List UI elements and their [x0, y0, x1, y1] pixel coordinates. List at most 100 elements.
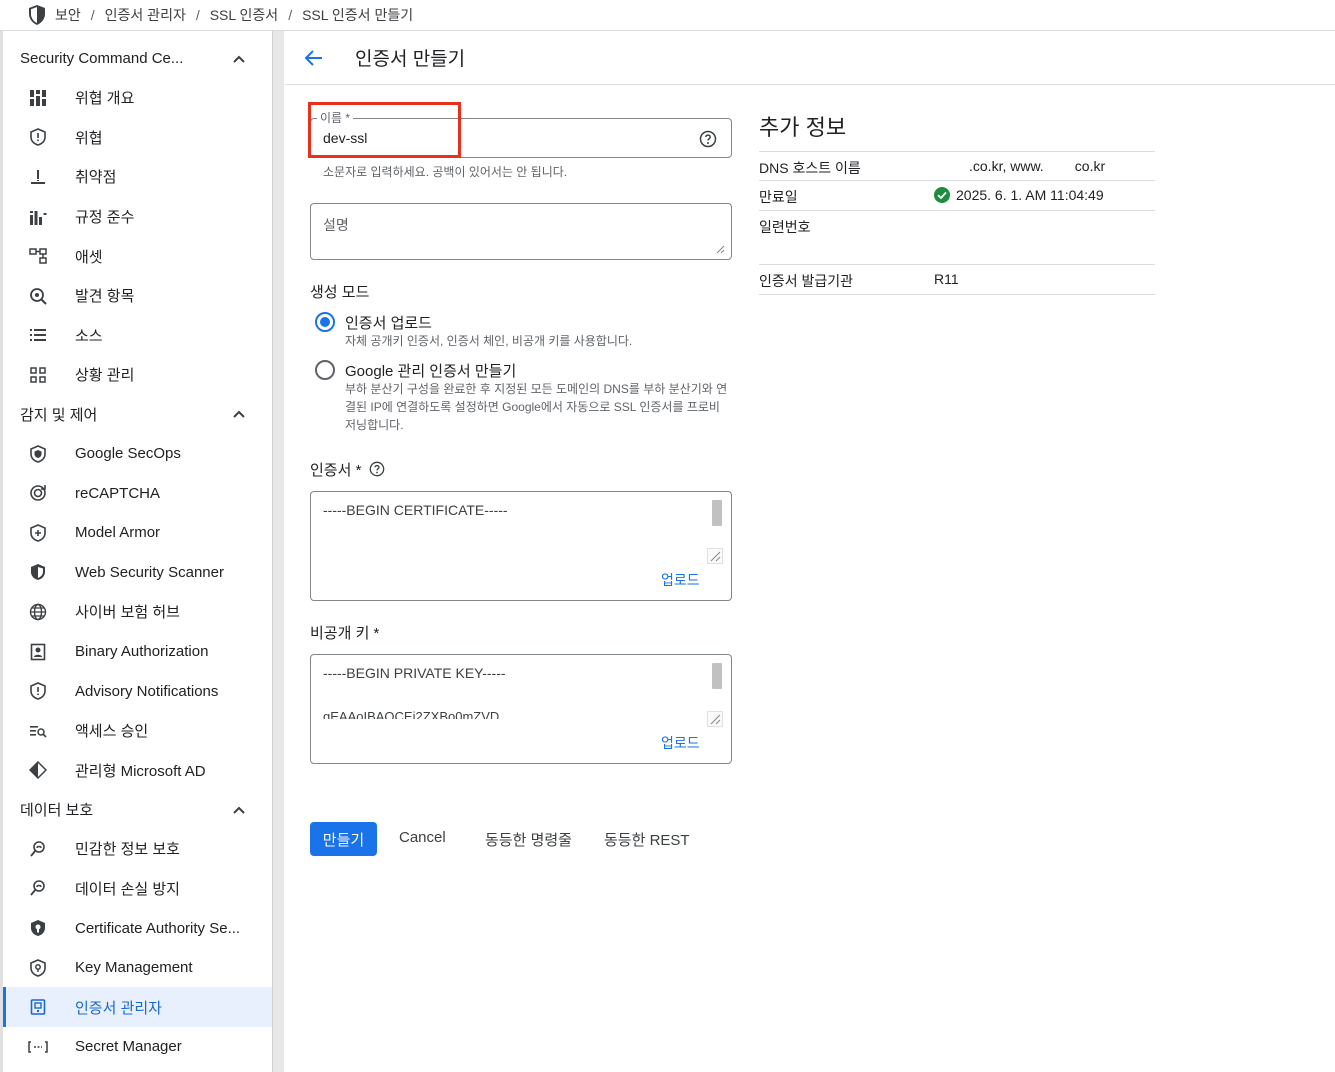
sidebar-item-cyber-insurance[interactable]: 사이버 보험 허브	[3, 592, 272, 632]
sidebar-section-scc[interactable]: Security Command Ce...	[3, 39, 272, 78]
sidebar-section-title: 데이터 보호	[20, 802, 94, 820]
key-management-icon	[28, 958, 48, 978]
sidebar-item-label: 데이터 손실 방지	[75, 880, 180, 898]
web-scanner-icon	[28, 562, 48, 582]
certificate-scrollbar[interactable]	[712, 500, 722, 526]
sidebar-scrollbar[interactable]	[272, 31, 284, 1072]
breadcrumb-security[interactable]: 보안	[55, 5, 81, 25]
sidebar-section-detection[interactable]: 감지 및 제어	[3, 395, 272, 434]
name-hint: 소문자로 입력하세요. 공백이 있어서는 안 됩니다.	[323, 165, 568, 179]
private-key-upload-link[interactable]: 업로드	[661, 733, 700, 753]
private-key-value[interactable]: -----BEGIN PRIVATE KEY-----	[323, 665, 506, 681]
mode-label: 생성 모드	[310, 284, 370, 301]
sidebar-item-posture[interactable]: 상황 관리	[3, 355, 272, 395]
info-row-expiry: 만료일 2025. 6. 1. AM 11:04:49	[759, 181, 1155, 211]
sidebar-item-certificate-manager[interactable]: 인증서 관리자	[3, 987, 272, 1028]
sidebar-item-label: Binary Authorization	[75, 643, 209, 661]
info-key: 만료일	[759, 189, 798, 205]
sidebar-item-threats[interactable]: 위협	[3, 118, 272, 158]
sidebar-item-findings[interactable]: 발견 항목	[3, 276, 272, 316]
resize-handle-icon[interactable]	[707, 711, 723, 727]
sidebar-section-data-protection[interactable]: 데이터 보호	[3, 790, 272, 829]
sidebar-item-recaptcha[interactable]: reCAPTCHA	[3, 473, 272, 513]
sidebar-item-label: 애셋	[75, 248, 103, 266]
certificate-textarea[interactable]: -----BEGIN CERTIFICATE----- 업로드	[310, 491, 732, 601]
cancel-button[interactable]: Cancel	[399, 829, 446, 846]
info-key: 인증서 발급기관	[759, 273, 854, 289]
sidebar-item-label: 규정 준수	[75, 209, 135, 227]
sidebar-item-threat-overview[interactable]: 위협 개요	[3, 78, 272, 118]
assets-icon	[28, 246, 48, 266]
help-icon[interactable]	[699, 130, 717, 148]
radio-google-managed[interactable]	[315, 360, 335, 380]
sources-list-icon	[28, 325, 48, 345]
sidebar-item-vulnerabilities[interactable]: 취약점	[3, 157, 272, 197]
sidebar-item-sources[interactable]: 소스	[3, 316, 272, 356]
sidebar-item-compliance[interactable]: 규정 준수	[3, 197, 272, 237]
resize-handle-icon[interactable]	[707, 548, 723, 564]
sidebar-item-google-secops[interactable]: Google SecOps	[3, 434, 272, 474]
vulnerability-icon	[28, 167, 48, 187]
info-panel-title: 추가 정보	[759, 115, 847, 140]
advisory-icon	[28, 681, 48, 701]
radio-upload-title[interactable]: 인증서 업로드	[345, 312, 432, 333]
page-header: 인증서 만들기	[285, 31, 1335, 85]
chevron-up-icon	[233, 55, 245, 63]
sidebar-item-access-approval[interactable]: 액세스 승인	[3, 711, 272, 751]
page-title: 인증서 만들기	[355, 49, 466, 70]
breadcrumb-separator: /	[288, 7, 293, 23]
radio-google-title[interactable]: Google 관리 인증서 만들기	[345, 360, 516, 381]
description-field[interactable]: 설명	[310, 203, 732, 260]
private-key-scrollbar[interactable]	[712, 663, 722, 689]
sidebar-item-label: Advisory Notifications	[75, 682, 219, 700]
info-value: .co.kr, www. co.kr	[969, 158, 1106, 174]
breadcrumb-separator: /	[90, 7, 95, 23]
sidebar-item-sensitive-data[interactable]: 민감한 정보 보호	[3, 829, 272, 869]
certificate-authority-icon	[28, 918, 48, 938]
sidebar-item-binary-authorization[interactable]: Binary Authorization	[3, 632, 272, 672]
sidebar-item-label: Web Security Scanner	[75, 563, 224, 581]
back-arrow-icon[interactable]	[303, 47, 325, 69]
info-key: 일련번호	[759, 219, 811, 235]
sidebar-item-label: Google SecOps	[75, 445, 181, 463]
sidebar-item-label: 민감한 정보 보호	[75, 841, 180, 859]
dashboard-icon	[28, 88, 48, 108]
sidebar-item-label: 위협	[75, 129, 103, 147]
sidebar-item-label: 소스	[75, 327, 103, 345]
sidebar-section-title: Security Command Ce...	[20, 50, 184, 67]
breadcrumb-separator: /	[195, 7, 200, 23]
sidebar-item-dlp[interactable]: 데이터 손실 방지	[3, 869, 272, 909]
sidebar-item-label: 상황 관리	[75, 367, 135, 385]
highlight-box	[308, 102, 461, 158]
info-value-wrap: 2025. 6. 1. AM 11:04:49	[934, 187, 1104, 203]
breadcrumb-current: SSL 인증서 만들기	[302, 7, 414, 23]
certificate-value[interactable]: -----BEGIN CERTIFICATE-----	[323, 502, 508, 518]
breadcrumb: 보안 / 인증서 관리자 / SSL 인증서 / SSL 인증서 만들기	[0, 0, 1335, 31]
sidebar-item-label: 관리형 Microsoft AD	[75, 762, 206, 780]
sidebar-section-title: 감지 및 제어	[20, 406, 98, 424]
shield-alert-icon	[28, 127, 48, 147]
info-key: DNS 호스트 이름	[759, 160, 861, 176]
resize-handle-icon[interactable]	[716, 245, 725, 254]
certificate-upload-link[interactable]: 업로드	[661, 570, 700, 590]
help-icon[interactable]	[369, 461, 385, 477]
create-button[interactable]: 만들기	[310, 822, 377, 856]
sidebar-item-advisory-notifications[interactable]: Advisory Notifications	[3, 671, 272, 711]
sidebar-item-secret-manager[interactable]: Secret Manager	[3, 1027, 272, 1067]
sidebar-item-assets[interactable]: 애셋	[3, 236, 272, 276]
radio-upload[interactable]	[315, 312, 335, 332]
sidebar-item-certificate-authority[interactable]: Certificate Authority Se...	[3, 908, 272, 948]
equivalent-rest-button[interactable]: 동등한 REST	[604, 829, 690, 850]
sidebar-item-label: Key Management	[75, 959, 193, 977]
equivalent-command-line-button[interactable]: 동등한 명령줄	[485, 829, 572, 850]
private-key-textarea[interactable]: -----BEGIN PRIVATE KEY----- gEAAoIBAQCEi…	[310, 654, 732, 764]
secret-manager-icon	[28, 1037, 48, 1057]
breadcrumb-cert-manager[interactable]: 인증서 관리자	[105, 5, 186, 25]
sidebar-item-key-management[interactable]: Key Management	[3, 948, 272, 988]
sidebar-item-managed-ad[interactable]: 관리형 Microsoft AD	[3, 751, 272, 791]
private-key-overflow-clip: gEAAoIBAQCEi2ZXBo0mZVD	[323, 709, 623, 719]
sidebar-item-model-armor[interactable]: Model Armor	[3, 513, 272, 553]
check-circle-icon	[934, 187, 950, 203]
breadcrumb-ssl-certs[interactable]: SSL 인증서	[210, 5, 278, 25]
sidebar-item-web-security-scanner[interactable]: Web Security Scanner	[3, 553, 272, 593]
